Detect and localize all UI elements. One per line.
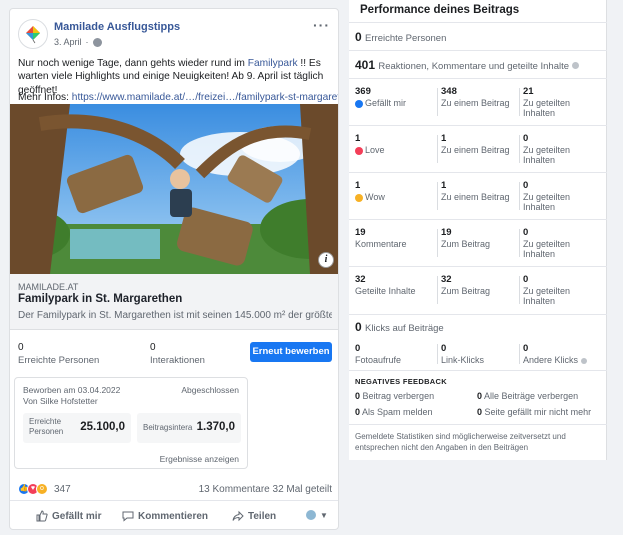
kite-logo-icon bbox=[26, 26, 40, 44]
info-icon[interactable] bbox=[580, 357, 587, 364]
reaction-icons[interactable]: 👍 ♥ o bbox=[18, 483, 48, 495]
page-avatar[interactable] bbox=[18, 19, 48, 49]
link-description: Der Familypark in St. Margarethen ist mi… bbox=[18, 310, 332, 321]
performance-title: Performance deines Beitrags bbox=[360, 4, 520, 16]
interactions-label: Interaktionen bbox=[150, 355, 205, 366]
link-title[interactable]: Familypark in St. Margarethen bbox=[18, 293, 182, 305]
post-image[interactable]: i bbox=[10, 104, 338, 274]
info-icon[interactable] bbox=[572, 62, 580, 70]
link-preview[interactable]: MAMILADE.AT Familypark in St. Margarethe… bbox=[10, 274, 338, 330]
like-button[interactable]: Gefällt mir bbox=[36, 510, 101, 522]
negative-feedback-title: NEGATIVES FEEDBACK bbox=[355, 377, 447, 386]
post-date[interactable]: 3. April bbox=[54, 37, 82, 47]
page-name[interactable]: Mamilade Ausflugstipps bbox=[54, 21, 180, 33]
comment-icon bbox=[122, 511, 134, 522]
more-info-line: Mehr Infos: https://www.mamilade.at/…/fr… bbox=[18, 92, 338, 103]
comment-button[interactable]: Kommentieren bbox=[122, 510, 208, 522]
page-background-right bbox=[608, 0, 623, 535]
reactions-row: 👍 ♥ o 347 13 Kommentare 32 Mal geteilt bbox=[10, 479, 338, 501]
love-icon bbox=[355, 146, 363, 155]
interactions-count: 0 bbox=[150, 342, 156, 353]
show-results-link[interactable]: Ergebnisse anzeigen bbox=[160, 454, 239, 464]
promo-date: Beworben am 03.04.2022 bbox=[23, 385, 121, 395]
hashtag-link[interactable]: Familypark bbox=[248, 58, 298, 69]
wow-reaction-icon: o bbox=[36, 483, 48, 495]
neg-hide-all: 0 Alle Beiträge verbergen bbox=[477, 391, 579, 401]
share-icon bbox=[232, 510, 244, 522]
post-header: Mamilade Ausflugstipps 3. April · ··· bbox=[10, 9, 338, 55]
neg-spam: 0 Als Spam melden bbox=[355, 407, 433, 417]
comments-count[interactable]: 13 Kommentare bbox=[199, 484, 270, 495]
globe-icon bbox=[92, 37, 102, 47]
comments-shares: 13 Kommentare 32 Mal geteilt bbox=[199, 484, 332, 495]
wow-icon bbox=[355, 193, 363, 202]
info-icon[interactable]: i bbox=[318, 252, 334, 268]
reaction-count[interactable]: 347 bbox=[54, 484, 71, 495]
promo-status: Abgeschlossen bbox=[181, 385, 239, 395]
post-actions: Gefällt mir Kommentieren Teilen ▼ bbox=[10, 505, 338, 529]
post-card: Mamilade Ausflugstipps 3. April · ··· Nu… bbox=[9, 8, 339, 530]
performance-panel: Performance deines Beitrags 0 Erreichte … bbox=[349, 0, 607, 460]
post-meta: 3. April · bbox=[54, 37, 102, 47]
share-button[interactable]: Teilen bbox=[232, 510, 276, 522]
audience-selector[interactable]: ▼ bbox=[306, 510, 328, 520]
more-info-url[interactable]: https://www.mamilade.at/…/freizei…/famil… bbox=[72, 92, 338, 103]
post-column: Mamilade Ausflugstipps 3. April · ··· Nu… bbox=[0, 0, 348, 535]
boost-again-button[interactable]: Erneut bewerben bbox=[250, 342, 332, 362]
neg-unlike-page: 0 Seite gefällt mir nicht mehr bbox=[477, 407, 592, 417]
promotion-summary: Beworben am 03.04.2022 Von Silke Hofstet… bbox=[14, 377, 248, 469]
post-stats: 0 Erreichte Personen 0 Interaktionen Ern… bbox=[10, 334, 338, 370]
promo-metric-reach: Erreichte Personen 25.100,0 bbox=[23, 413, 131, 443]
perf-reactions: 401 Reaktionen, Kommentare und geteilte … bbox=[355, 58, 581, 72]
neg-hide-post: 0 Beitrag verbergen bbox=[355, 391, 435, 401]
promo-author: Von Silke Hofstetter bbox=[23, 396, 98, 406]
perf-reached: 0 Erreichte Personen bbox=[355, 30, 447, 44]
thumbs-up-icon bbox=[36, 510, 48, 522]
promo-metric-interactions: Beitragsintera 1.370,0 bbox=[137, 413, 241, 443]
more-options-icon[interactable]: ··· bbox=[313, 17, 330, 33]
chevron-down-icon: ▼ bbox=[320, 510, 328, 520]
reached-count: 0 bbox=[18, 342, 24, 353]
stats-footnote: Gemeldete Statistiken sind möglicherweis… bbox=[355, 432, 566, 452]
page-selector-icon bbox=[306, 510, 316, 520]
reached-label: Erreichte Personen bbox=[18, 355, 100, 366]
like-icon bbox=[355, 99, 363, 108]
shares-count[interactable]: 32 Mal geteilt bbox=[273, 484, 332, 495]
ride-photo bbox=[10, 104, 338, 274]
perf-clicks: 0 Klicks auf Beiträge bbox=[355, 320, 444, 334]
link-domain: MAMILADE.AT bbox=[18, 282, 79, 292]
